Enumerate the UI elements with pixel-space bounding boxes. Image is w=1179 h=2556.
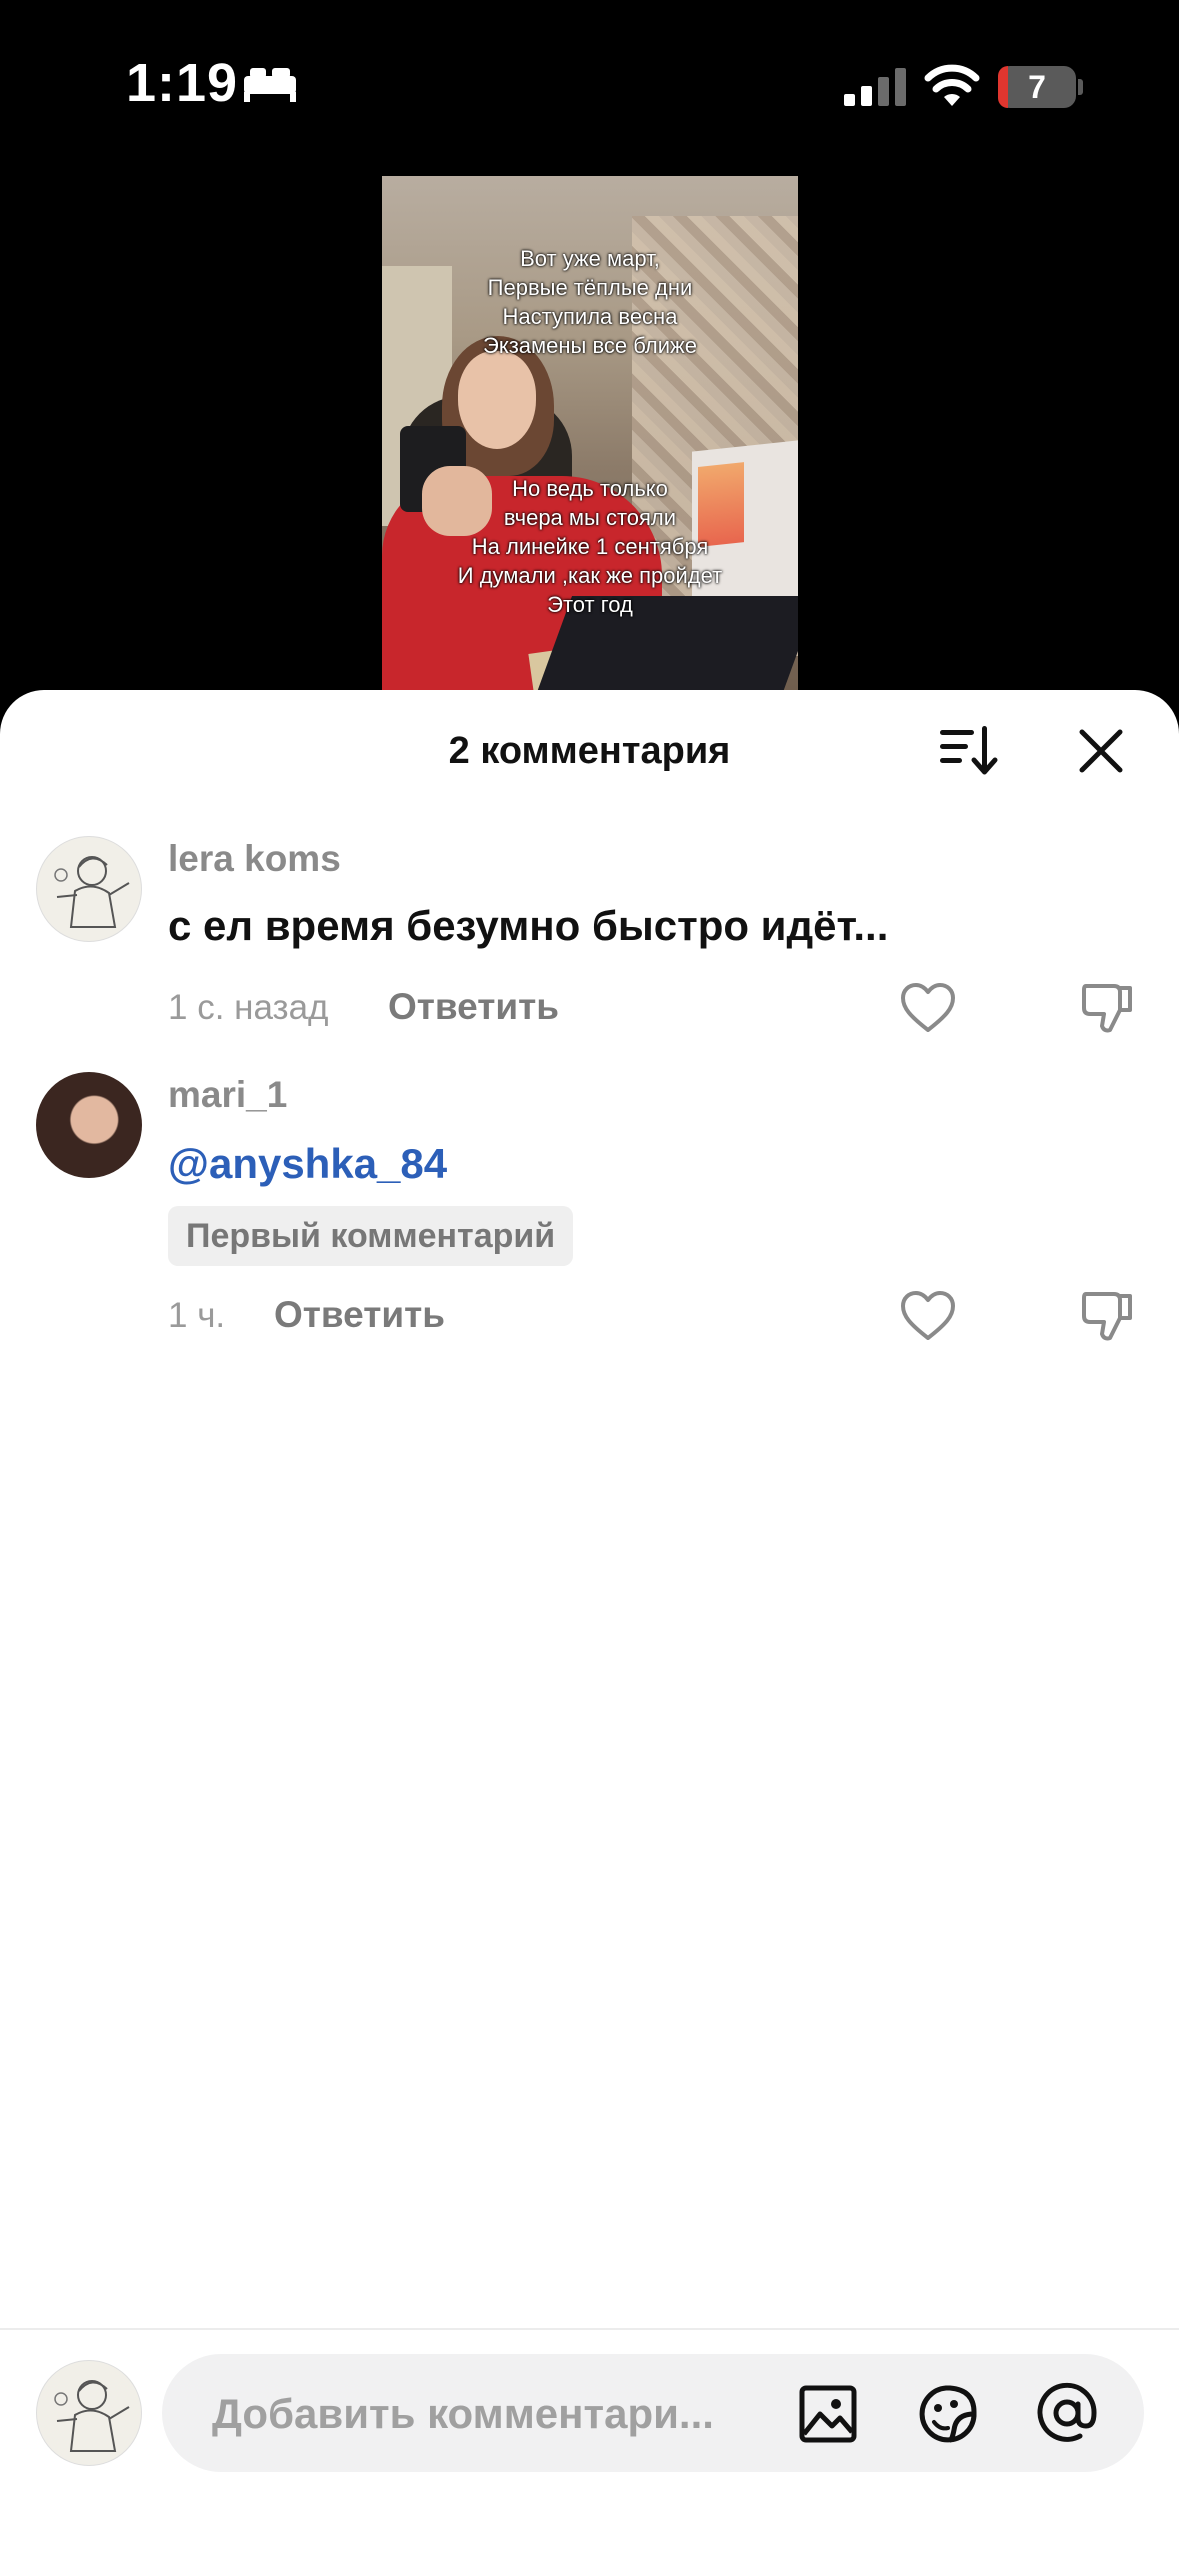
caption-line: И думали ,как же пройдет <box>457 563 723 588</box>
caption-line: Экзамены все ближе <box>483 333 697 358</box>
close-icon[interactable] <box>1076 726 1126 776</box>
caption-line: Но ведь только <box>512 476 668 501</box>
battery-level: 7 <box>1028 69 1046 105</box>
image-icon[interactable] <box>798 2384 858 2444</box>
heart-icon[interactable] <box>900 1290 956 1342</box>
avatar <box>36 2360 142 2466</box>
comment-timestamp: 1 с. назад <box>168 988 329 1027</box>
sort-icon[interactable] <box>938 722 998 778</box>
caption-line: На линейке 1 сентября <box>471 534 709 559</box>
caption-line: вчера мы стояли <box>503 505 677 530</box>
avatar[interactable] <box>36 836 142 942</box>
video-preview[interactable]: Вот уже март, Первые тёплые дни Наступил… <box>382 176 798 706</box>
comment-timestamp: 1 ч. <box>168 1296 226 1335</box>
avatar[interactable] <box>36 1072 142 1178</box>
at-mention-icon[interactable] <box>1034 2380 1100 2446</box>
video-caption-bottom: Но ведь только вчера мы стояли На линейк… <box>382 474 798 619</box>
caption-line: Этот год <box>547 592 633 617</box>
comment-input-placeholder: Добавить комментари... <box>212 2390 714 2437</box>
bed-icon <box>244 68 296 102</box>
reply-button[interactable]: Ответить <box>388 986 559 1028</box>
comments-sheet: 2 комментария lera koms с ел время безум… <box>0 690 1179 2556</box>
heart-icon[interactable] <box>900 982 956 1034</box>
emoji-sticker-icon[interactable] <box>916 2382 980 2446</box>
composer-divider <box>0 2328 1179 2330</box>
comment-input[interactable]: Добавить комментари... <box>162 2354 1144 2472</box>
first-comment-badge: Первый комментарий <box>168 1206 574 1266</box>
comment-text: с ел время безумно быстро идёт... <box>168 902 889 949</box>
thumbs-down-icon[interactable] <box>1080 1288 1134 1344</box>
comment-username[interactable]: mari_1 <box>168 1074 287 1116</box>
signal-icon <box>844 68 906 106</box>
sketch-avatar-icon <box>54 2380 130 2452</box>
mention-link[interactable]: @anyshka_84 <box>168 1140 447 1188</box>
comments-title: 2 комментария <box>448 730 731 772</box>
caption-line: Вот уже март, <box>520 246 660 271</box>
video-person-face <box>458 351 536 449</box>
reply-button[interactable]: Ответить <box>274 1294 445 1336</box>
thumbs-down-icon[interactable] <box>1080 980 1134 1036</box>
sketch-avatar-icon <box>54 856 130 928</box>
wifi-icon <box>924 64 980 106</box>
caption-line: Наступила весна <box>502 304 678 329</box>
status-time: 1:19 <box>126 53 239 113</box>
battery-tip <box>1078 79 1083 95</box>
video-caption-top: Вот уже март, Первые тёплые дни Наступил… <box>382 244 798 360</box>
comment-username[interactable]: lera koms <box>168 838 341 880</box>
caption-line: Первые тёплые дни <box>487 275 693 300</box>
battery-icon: 7 <box>998 66 1076 108</box>
status-bar: 1:19 7 <box>0 0 1179 170</box>
